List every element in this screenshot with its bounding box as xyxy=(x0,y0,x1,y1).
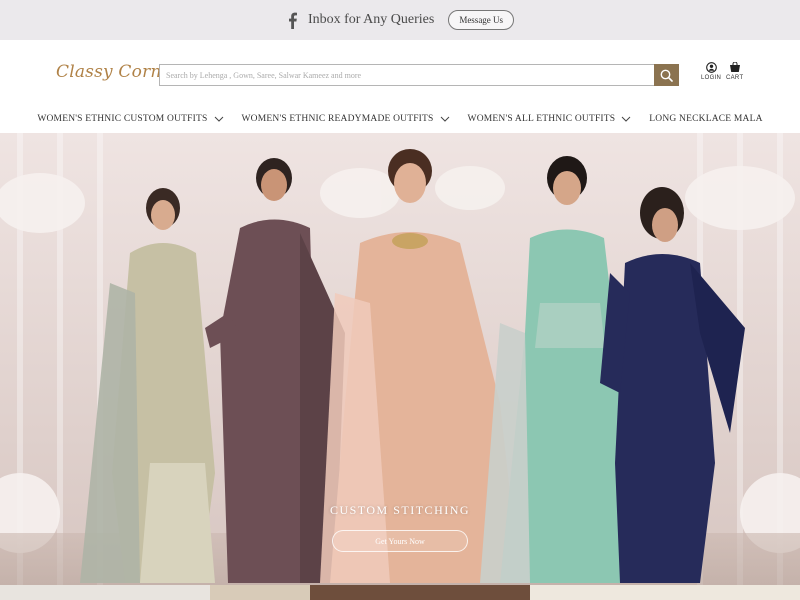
nav-item-label: WOMEN'S ETHNIC READYMADE OUTFITS xyxy=(241,113,434,124)
hero-title: CUSTOM STITCHING xyxy=(329,503,471,517)
cart-link[interactable]: CART xyxy=(726,62,743,81)
search-input[interactable] xyxy=(160,65,655,85)
cart-icon xyxy=(729,62,740,72)
search-icon xyxy=(660,69,673,82)
nav-item-label: WOMEN'S ETHNIC CUSTOM OUTFITS xyxy=(37,113,208,124)
collection-tile[interactable] xyxy=(530,585,800,600)
announcement-text: Inbox for Any Queries xyxy=(307,12,435,27)
nav-item-label: LONG NECKLACE MALA xyxy=(649,113,763,124)
collection-tile[interactable] xyxy=(210,585,310,600)
announcement-bar: Inbox for Any Queries Message Us xyxy=(0,0,800,40)
get-yours-now-button[interactable]: Get Yours Now xyxy=(332,530,468,552)
chevron-down-icon xyxy=(214,116,223,122)
login-label: LOGIN xyxy=(701,75,722,81)
collection-tile[interactable] xyxy=(310,585,530,600)
collection-tile[interactable] xyxy=(0,585,210,600)
user-icon xyxy=(705,62,717,73)
message-us-button[interactable]: Message Us xyxy=(448,10,515,30)
search-bar xyxy=(159,64,679,86)
next-section-preview xyxy=(0,585,800,600)
chevron-down-icon xyxy=(440,116,449,122)
facebook-icon[interactable] xyxy=(286,12,298,29)
nav-item-all-outfits[interactable]: WOMEN'S ALL ETHNIC OUTFITS xyxy=(468,114,632,124)
nav-item-custom-outfits[interactable]: WOMEN'S ETHNIC CUSTOM OUTFITS xyxy=(37,114,223,124)
nav-item-necklace-mala[interactable]: LONG NECKLACE MALA xyxy=(649,114,762,124)
chevron-down-icon xyxy=(621,116,631,122)
search-button[interactable] xyxy=(654,64,679,86)
main-nav: WOMEN'S ETHNIC CUSTOM OUTFITS WOMEN'S ET… xyxy=(0,104,800,133)
nav-item-readymade-outfits[interactable]: WOMEN'S ETHNIC READYMADE OUTFITS xyxy=(242,114,450,124)
hero-banner[interactable]: CUSTOM STITCHING Get Yours Now xyxy=(0,133,800,585)
nav-item-label: WOMEN'S ALL ETHNIC OUTFITS xyxy=(467,113,616,124)
cart-label: CART xyxy=(726,75,744,81)
site-header: Classy Corner LOGIN CART xyxy=(0,40,800,104)
login-link[interactable]: LOGIN xyxy=(701,62,721,81)
